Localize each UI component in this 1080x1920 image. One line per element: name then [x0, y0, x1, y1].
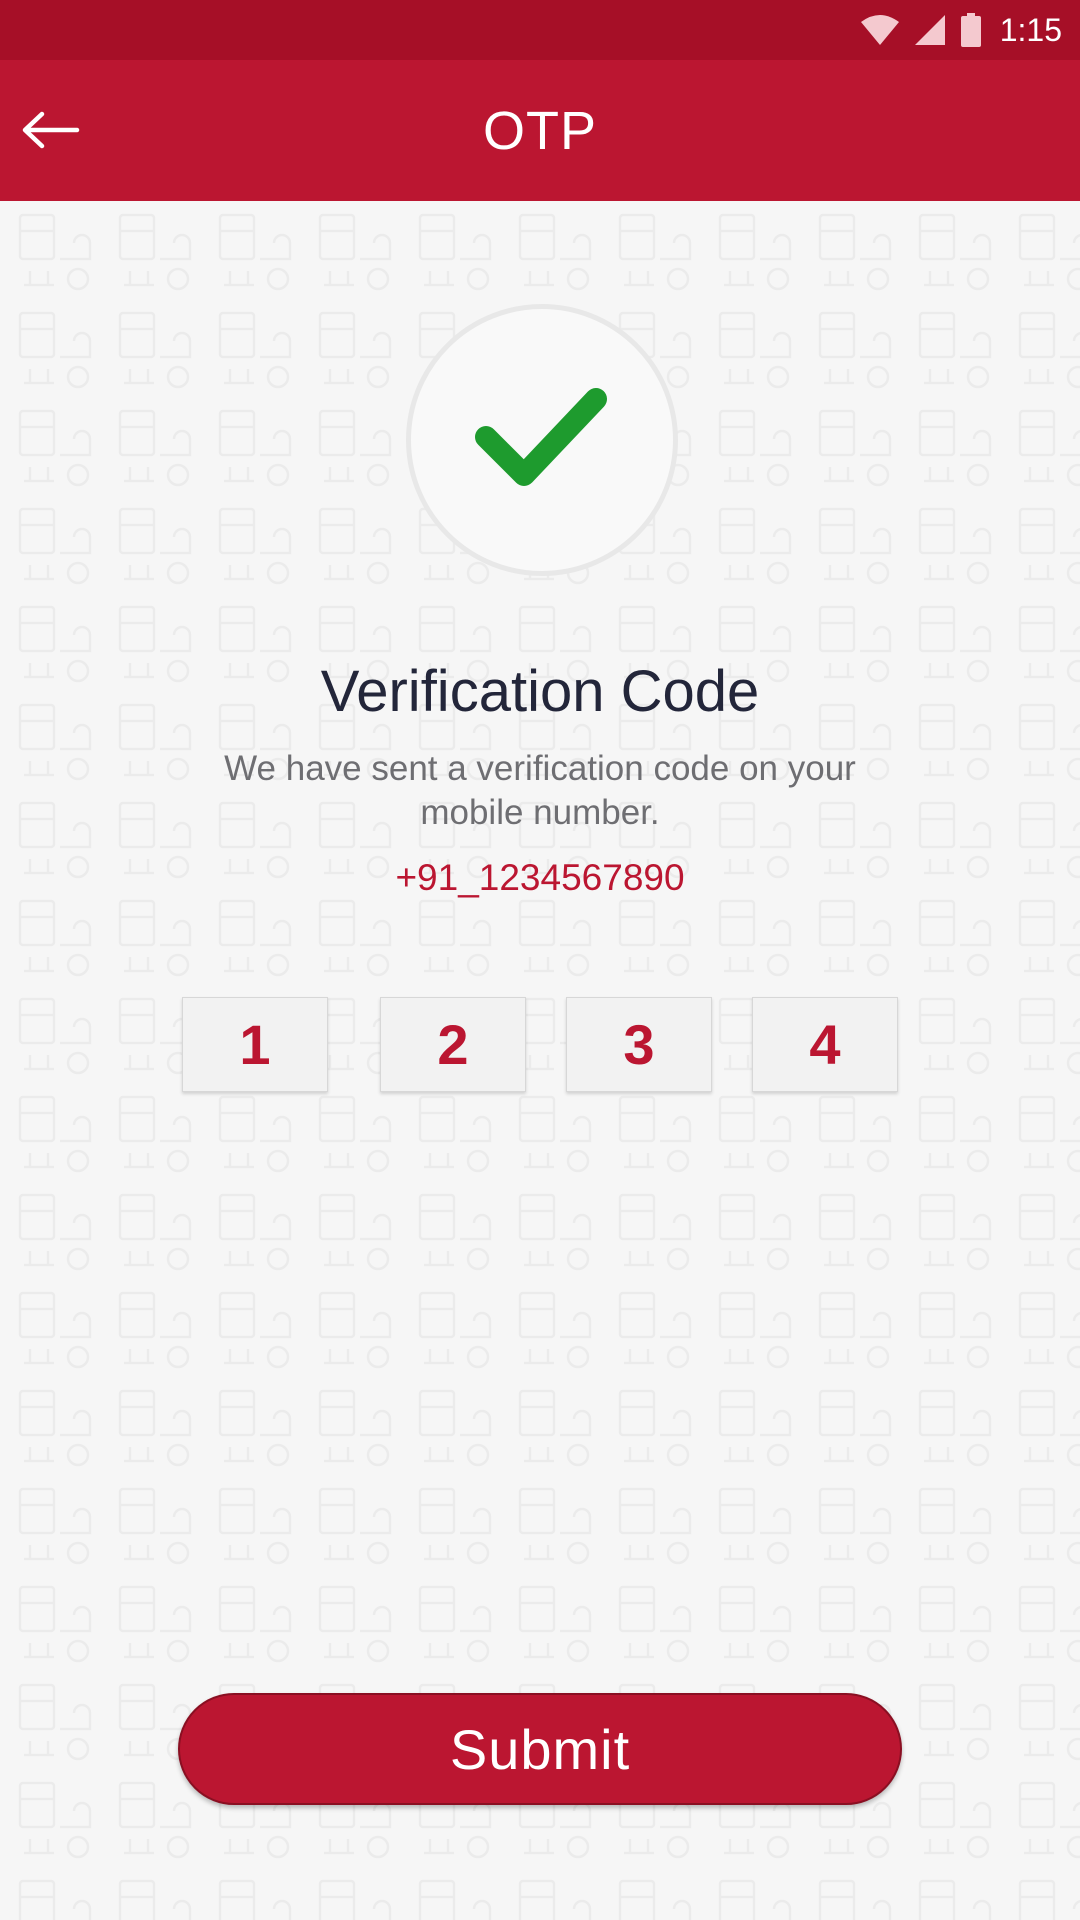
- battery-icon: [960, 13, 981, 47]
- app-bar: OTP: [0, 60, 1080, 201]
- verified-badge: [406, 304, 678, 576]
- verification-title: Verification Code: [320, 659, 760, 724]
- otp-digit-4[interactable]: 4: [752, 997, 898, 1092]
- submit-button[interactable]: Submit: [178, 1693, 902, 1805]
- back-button[interactable]: [10, 90, 90, 170]
- wifi-icon: [860, 15, 899, 45]
- status-time: 1:15: [999, 11, 1062, 48]
- otp-input-row: 1 2 3 4: [0, 997, 1080, 1092]
- verification-subtitle: We have sent a verification code on your…: [224, 749, 856, 832]
- signal-icon: [914, 15, 945, 45]
- otp-digit-1[interactable]: 1: [182, 997, 328, 1092]
- status-bar: 1:15: [0, 0, 1080, 60]
- otp-digit-3[interactable]: 3: [566, 997, 712, 1092]
- status-icons: 1:15: [860, 10, 1062, 50]
- otp-digit-2[interactable]: 2: [380, 997, 526, 1092]
- checkmark-icon: [475, 388, 607, 486]
- page-title: OTP: [482, 100, 597, 161]
- arrow-left-icon: [22, 111, 80, 149]
- phone-number: +91_1234567890: [395, 857, 685, 898]
